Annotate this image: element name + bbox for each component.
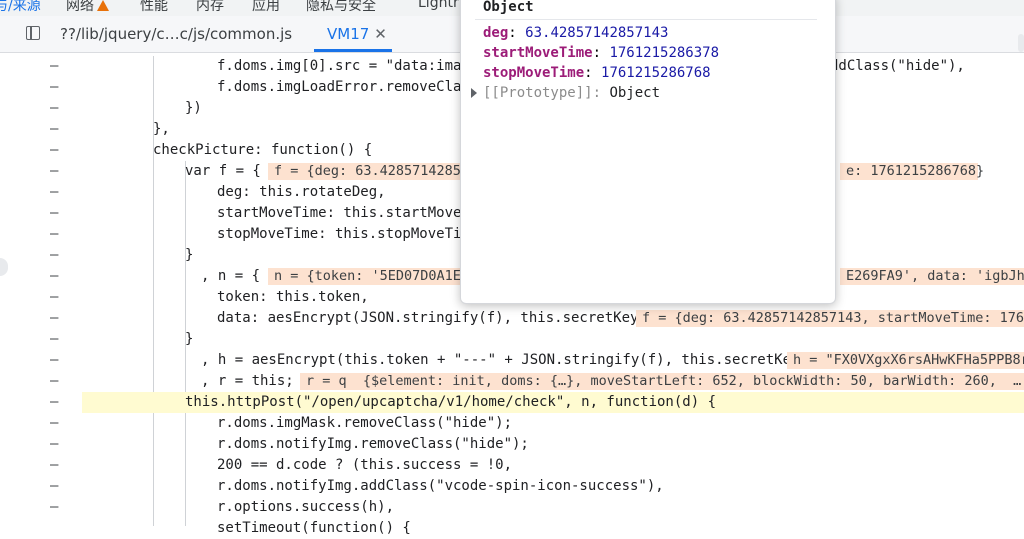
line-gutter[interactable]: – [50, 266, 58, 287]
line-gutter[interactable]: – [50, 56, 58, 77]
tab-scroll-indicator [1018, 34, 1024, 52]
tab-privacy-security[interactable]: 隐私与安全 [306, 0, 376, 15]
property-key: stopMoveTime [483, 65, 585, 81]
line-gutter[interactable]: – [50, 329, 58, 350]
code-line: }) [185, 100, 202, 116]
line-gutter[interactable]: – [50, 413, 58, 434]
line-gutter[interactable]: – [50, 161, 58, 182]
property-key: deg [483, 25, 509, 41]
popover-property[interactable]: stopMoveTime: 1761215286768 [483, 65, 711, 81]
inline-value-n-tail: E269FA9', data: 'igbJhX2 [840, 268, 1024, 285]
expand-arrow-icon[interactable] [471, 88, 477, 98]
code-line: } [185, 247, 194, 263]
line-gutter[interactable]: – [50, 98, 58, 119]
tab-performance[interactable]: 性能 [140, 0, 168, 15]
line-gutter[interactable]: – [50, 476, 58, 497]
line-gutter[interactable]: – [50, 203, 58, 224]
popover-divider [475, 19, 817, 20]
prototype-value: Object [609, 85, 661, 101]
tab-lighthouse[interactable]: Lightr [418, 0, 459, 11]
file-tab-common-js[interactable]: ??/lib/jquery/c…c/js/common.js [60, 25, 292, 43]
property-value: 1761215286768 [601, 65, 711, 81]
property-value: 1761215286378 [609, 45, 720, 61]
line-gutter[interactable]: – [50, 224, 58, 245]
code-line: startMoveTime: this.startMoveTi [217, 205, 479, 221]
file-tab-vm17[interactable]: VM17 ✕ [327, 25, 387, 43]
tab-network[interactable]: 网络 [66, 0, 109, 15]
code-line: r.doms.imgMask.removeClass("hide"); [217, 415, 513, 431]
code-line: 200 == d.code ? (this.success = !0, [217, 457, 513, 473]
property-value: 63.42857142857143 [525, 25, 669, 41]
code-line: r.doms.notifyImg.addClass("vcode-spin-ic… [217, 478, 664, 494]
code-line: token: this.token, [217, 289, 369, 305]
toggle-navigator-icon[interactable] [26, 26, 40, 40]
close-icon[interactable]: ✕ [374, 25, 387, 43]
popover-property[interactable]: deg: 63.42857142857143 [483, 25, 668, 41]
tab-application[interactable]: 应用 [252, 0, 280, 15]
code-line: stopMoveTime: this.stopMoveTime [217, 226, 479, 242]
popover-title: Object [483, 0, 534, 15]
line-gutter[interactable]: – [50, 497, 58, 518]
warning-icon [97, 0, 109, 11]
popover-property[interactable]: startMoveTime: 1761215286378 [483, 45, 719, 61]
line-gutter[interactable]: – [50, 119, 58, 140]
active-tab-indicator [314, 49, 392, 52]
property-key: startMoveTime [483, 45, 593, 61]
prototype-row[interactable]: [[Prototype]]: Object [471, 85, 660, 101]
code-line: checkPicture: function() { [153, 142, 373, 158]
code-line: , h = aesEncrypt(this.token + "---" + JS… [201, 352, 808, 368]
line-gutter[interactable]: – [50, 434, 58, 455]
line-gutter[interactable]: – [50, 392, 58, 413]
line-gutter[interactable]: – [50, 350, 58, 371]
line-gutter[interactable]: – [50, 182, 58, 203]
tab-sources[interactable]: 与/来源 [0, 0, 41, 15]
line-gutter[interactable]: – [50, 77, 58, 98]
inline-value-f[interactable]: f = {deg: 63.42857142857143, startMoveTi… [636, 310, 1024, 327]
inline-value-r[interactable]: r = q {$element: init, doms: {…}, moveSt… [300, 373, 1024, 390]
code-line: data: aesEncrypt(JSON.stringify(f), this… [217, 310, 647, 326]
code-line-current: this.httpPost("/open/upcaptcha/v1/home/c… [185, 394, 717, 410]
code-line: setTimeout(function() { [217, 520, 411, 536]
line-gutter[interactable]: – [50, 245, 58, 266]
line-gutter[interactable]: – [50, 308, 58, 329]
code-line: r.options.success(h), [217, 499, 395, 515]
tab-network-label: 网络 [66, 0, 94, 14]
code-line: f.doms.imgLoadError.removeClass [217, 79, 479, 95]
code-line-fragment: ddClass("hide"), [830, 58, 965, 74]
inline-value-f-tail: e: 1761215286768} [840, 163, 984, 180]
inline-value-n[interactable]: n = {token: '5ED07D0A1E [268, 268, 464, 285]
code-line: var f = { [185, 163, 261, 179]
code-line: }, [153, 121, 170, 137]
inline-value-h[interactable]: h = "FX0VXgxX6rsAHwKFHa5PPB8r [787, 352, 1024, 369]
object-preview-popover: Object deg: 63.42857142857143 startMoveT… [460, 0, 836, 304]
inline-value-f[interactable]: f = {deg: 63.4285714285 [268, 163, 464, 180]
file-tab-vm17-label: VM17 [327, 25, 370, 43]
code-line: , n = { [201, 268, 261, 284]
code-line: } [185, 331, 194, 347]
code-line: deg: this.rotateDeg, [217, 184, 386, 200]
line-gutter[interactable]: – [50, 140, 58, 161]
line-gutter[interactable]: – [50, 287, 58, 308]
code-line: r.doms.notifyImg.removeClass("hide"); [217, 436, 529, 452]
code-line: f.doms.img[0].src = "data:image [217, 58, 479, 74]
prototype-key: [[Prototype]] [483, 85, 593, 101]
tab-memory[interactable]: 内存 [196, 0, 224, 15]
code-line: , r = this; [201, 373, 294, 389]
line-gutter[interactable]: – [50, 455, 58, 476]
line-gutter[interactable]: – [50, 371, 58, 392]
